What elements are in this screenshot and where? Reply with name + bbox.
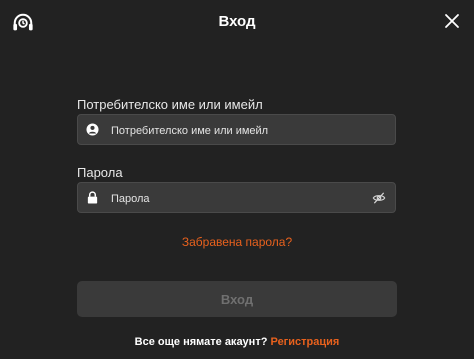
password-field[interactable] xyxy=(77,182,396,214)
username-field[interactable] xyxy=(77,114,396,146)
eye-slash-icon[interactable] xyxy=(372,191,386,205)
username-label: Потребителско име или имейл xyxy=(77,97,263,112)
password-input[interactable] xyxy=(109,183,363,214)
signup-question: Все още нямате акаунт? xyxy=(134,336,268,348)
username-input[interactable] xyxy=(109,115,363,146)
forgot-password-link[interactable]: Забравена парола? xyxy=(0,235,474,249)
signup-prompt: Все още нямате акаунт? Регистрация xyxy=(0,336,474,348)
dialog-title: Вход xyxy=(218,13,256,30)
password-label: Парола xyxy=(77,165,123,180)
user-icon xyxy=(86,123,99,136)
close-icon[interactable] xyxy=(444,13,460,29)
login-button[interactable]: Вход xyxy=(77,281,397,317)
lock-icon xyxy=(87,191,98,204)
register-link[interactable]: Регистрация xyxy=(271,336,340,348)
